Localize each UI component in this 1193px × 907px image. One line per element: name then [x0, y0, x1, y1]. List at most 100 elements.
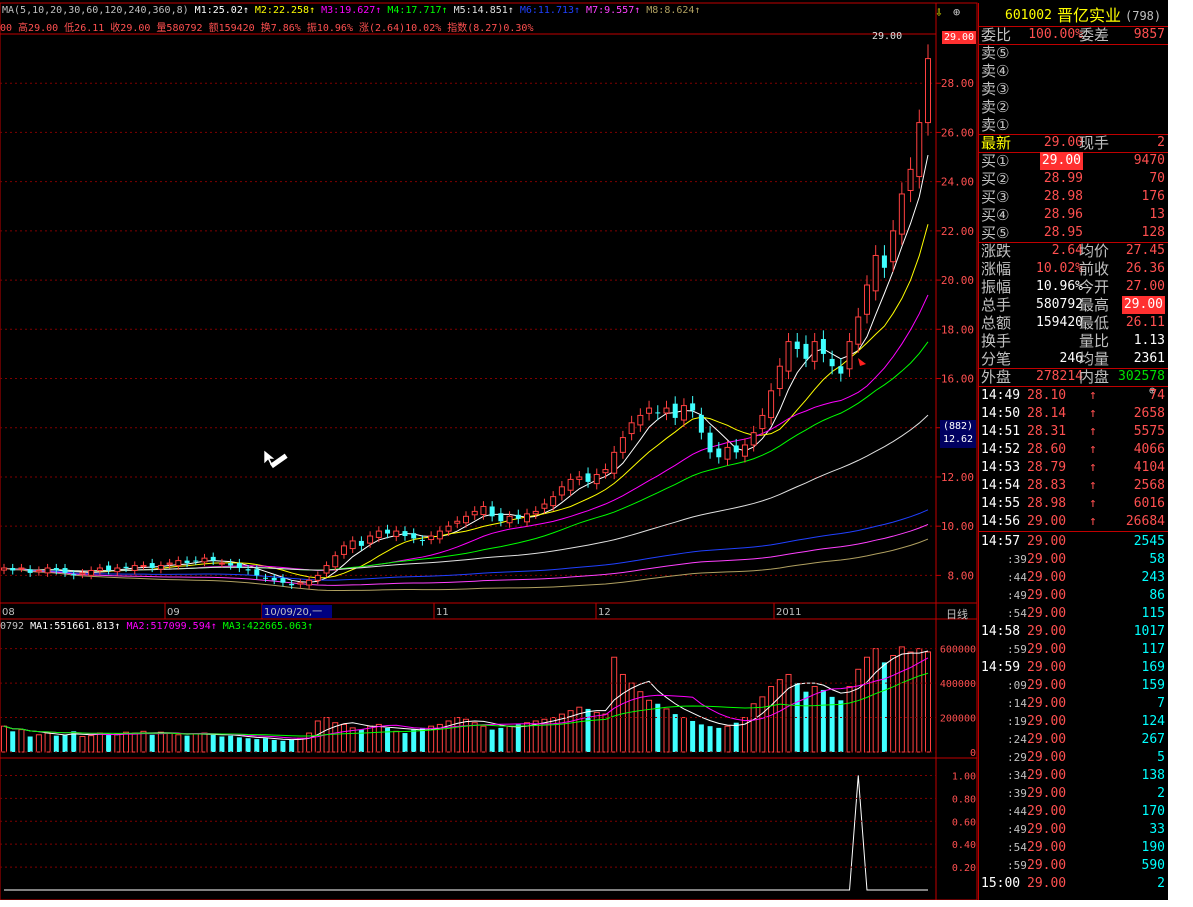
kline-chart-svg[interactable]: 28.0026.0024.0022.0020.0018.0016.0014.00…	[0, 0, 978, 901]
tick-row: :19 29.00 124	[979, 713, 1169, 731]
tick-price: 29.00	[1027, 678, 1067, 693]
candle-body	[820, 339, 826, 354]
tick-volume: 2545	[1133, 534, 1165, 549]
tick-time: :59	[1007, 859, 1027, 872]
tick-time: :29	[1007, 751, 1027, 764]
stat-value-2: 27.45	[1125, 243, 1165, 258]
order-ratio-label: 委比	[981, 26, 1012, 44]
volume-bar	[820, 689, 826, 752]
price-tick-label: 22.00	[941, 225, 974, 238]
candle-body	[88, 569, 95, 576]
candle-body	[71, 574, 77, 576]
candle-body	[707, 432, 713, 453]
stat-value: 580792	[1036, 297, 1083, 312]
legend-item: MA1:551661.813↑	[30, 621, 121, 632]
date-tick-label: 11	[436, 607, 449, 618]
volume-bar	[680, 717, 687, 753]
tick-time: :49	[1007, 589, 1027, 602]
last-price-tag: 29.00	[942, 31, 976, 44]
quote-line: 00 高29.00 低26.11 收29.00 量580792 额159420 …	[0, 23, 534, 34]
tick-price: 29.00	[1027, 642, 1067, 657]
candle-body	[428, 535, 435, 541]
candle-body	[655, 412, 661, 414]
candle-body	[123, 566, 129, 569]
candle-body	[558, 486, 565, 496]
tick-row: 14:53 28.79 ↑ 4104	[979, 459, 1169, 477]
candle-body	[157, 565, 164, 570]
candle-body	[515, 514, 521, 519]
candle-body	[35, 569, 42, 573]
tick-row: 14:55 28.98 ↑ 6016	[979, 495, 1169, 513]
tick-volume: 170	[1141, 804, 1165, 819]
candle-body	[585, 473, 591, 482]
tick-volume: 115	[1141, 606, 1165, 621]
candle-body	[44, 567, 51, 574]
period-label[interactable]: 日线	[946, 606, 968, 622]
candle-body	[750, 432, 757, 446]
stat-value-2: 2361	[1133, 351, 1165, 366]
volume-bar	[263, 738, 269, 752]
bid-row: 买① 29.00 9470	[979, 152, 1169, 170]
candle-body	[646, 407, 653, 414]
volume-bar	[10, 731, 16, 752]
candle-body	[863, 284, 870, 315]
stat-value-2: 1.13	[1133, 333, 1165, 348]
volume-bar	[35, 734, 42, 753]
candle-body	[358, 540, 364, 546]
price-grid	[0, 82, 941, 576]
kline-chart-area[interactable]: 28.0026.0024.0022.0020.0018.0016.0014.00…	[0, 0, 978, 901]
candle-body	[768, 390, 775, 419]
candle-body	[724, 446, 731, 460]
tick-volume: 590	[1141, 858, 1165, 873]
legend-item: MA3:422665.063↑	[216, 621, 314, 632]
bid-price: 28.95	[1043, 225, 1083, 240]
volume-bar	[114, 733, 121, 753]
candle-body	[602, 469, 609, 474]
stat-label: 总手	[981, 296, 1012, 314]
volume-bar	[166, 732, 173, 753]
candle-body	[245, 569, 251, 571]
stat-row: 涨跌 2.64 均价 27.45	[979, 242, 1169, 260]
pin-icon[interactable]: ⇩	[935, 5, 943, 20]
tick-volume: 138	[1141, 768, 1165, 783]
candle-body	[263, 577, 269, 579]
latest-row: 最新 29.00 现手 2	[979, 134, 1169, 152]
candle-body	[524, 513, 531, 523]
volume-tick-label: 200000	[940, 714, 976, 725]
settings-circle-icon[interactable]: ⊕	[953, 5, 960, 19]
outer-label: 外盘	[981, 368, 1012, 386]
tick-row: :54 29.00 190	[979, 839, 1169, 857]
chart-frame	[0, 2, 978, 901]
bid-row: 买③ 28.98 176	[979, 188, 1169, 206]
stat-row: 总额 159420 最低 26.11	[979, 314, 1169, 332]
volume-bar	[53, 735, 59, 752]
candle-body	[53, 568, 59, 571]
volume-bar	[88, 735, 95, 753]
tick-price: 29.00	[1027, 696, 1067, 711]
tick-time: :54	[1007, 607, 1027, 620]
volume-bar	[716, 727, 722, 752]
indicator-axis-ticks: 1.00 0.80 0.60 0.40 0.20	[0, 771, 976, 874]
candle-body	[550, 496, 557, 507]
tick-price: 28.98	[1027, 496, 1067, 511]
volume-bar	[419, 727, 425, 752]
tick-volume: 4104	[1133, 460, 1165, 475]
stat-label: 涨幅	[981, 260, 1012, 278]
volume-bar	[881, 662, 887, 752]
volume-bar	[44, 732, 51, 753]
tick-volume: 1017	[1133, 624, 1165, 639]
tick-time: :14	[1007, 697, 1027, 710]
stat-row: 分笔 246 均量 2361	[979, 350, 1169, 368]
tick-time: 14:59	[981, 660, 1021, 675]
tick-arrow-icon: ↑	[1089, 406, 1097, 421]
bid-row: 买⑤ 28.95 128	[979, 224, 1169, 242]
volume-bar	[149, 734, 155, 752]
tick-time: :19	[1007, 715, 1027, 728]
tick-price: 29.00	[1027, 840, 1067, 855]
tick-price: 29.00	[1027, 750, 1067, 765]
volume-bar	[550, 717, 557, 753]
volume-bar	[838, 700, 844, 752]
volume-bar	[340, 723, 347, 753]
ask-row: 卖④	[979, 62, 1169, 80]
stat-value: 10.96%	[1036, 279, 1083, 294]
